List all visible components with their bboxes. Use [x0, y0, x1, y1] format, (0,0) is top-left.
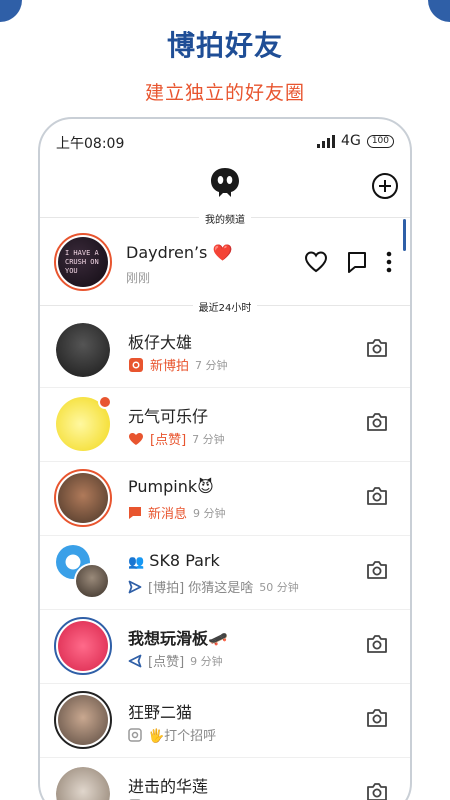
camera-button[interactable] [366, 487, 388, 505]
phone-frame: 上午08:09 4G 100 我的频道 I HAVE A CRUSH ON YO… [38, 117, 412, 800]
unread-dot [98, 395, 112, 409]
app-logo-icon[interactable] [210, 167, 240, 199]
camera-button[interactable] [366, 709, 388, 727]
promo-subtitle: 建立独立的好友圈 [144, 82, 305, 104]
friend-name: 板仔大雄 [128, 333, 193, 352]
my-channel-row[interactable]: I HAVE A CRUSH ON YOU Daydren’s ❤️ 刚刚 [40, 231, 410, 307]
friend-time: 7 分钟 [195, 358, 228, 372]
group-icon: 👥 [128, 555, 145, 570]
friend-row[interactable]: 元气可乐仔 [点赞] 7 分钟 [40, 389, 410, 462]
channel-time: 刚刚 [126, 271, 151, 285]
channel-name: Daydren’s ❤️ [126, 243, 233, 262]
channel-avatar-text: I HAVE A CRUSH ON YOU [65, 248, 99, 275]
heart-icon [129, 432, 143, 445]
friend-row[interactable]: Pumpink😈 新消息 9 分钟 [40, 463, 410, 536]
chat-icon [129, 506, 141, 519]
sent-outline-icon [128, 654, 142, 667]
friend-avatar[interactable] [56, 767, 110, 800]
friend-status: 新博拍 [150, 359, 190, 374]
friend-avatar[interactable] [54, 617, 112, 675]
friend-name: 元气可乐仔 [128, 407, 209, 426]
friend-avatar[interactable] [54, 469, 112, 527]
friend-row[interactable]: 狂野二猫 🖐️打个招呼 [40, 685, 410, 758]
friend-row[interactable]: 进击的华莲 [40, 759, 410, 800]
camera-button[interactable] [366, 635, 388, 653]
friend-name: 我想玩滑板🛹 [128, 629, 228, 648]
channel-avatar[interactable]: I HAVE A CRUSH ON YOU [54, 233, 112, 291]
recent-label: 最近24小时 [40, 299, 410, 314]
signal-icon [317, 134, 336, 148]
friend-status: [点赞] [148, 655, 185, 670]
camera-record-icon [129, 357, 143, 372]
friend-status: 新消息 [148, 507, 188, 522]
friend-name: 狂野二猫 [128, 703, 193, 722]
my-channel-label: 我的频道 [40, 211, 410, 226]
friend-time: 7 分钟 [192, 432, 225, 446]
status-time: 上午08:09 [56, 136, 125, 152]
promo-title: 博拍好友 [166, 29, 283, 62]
friend-avatar[interactable] [56, 323, 110, 377]
friend-status: 🖐️打个招呼 [148, 729, 217, 744]
sent-arrow-icon [128, 580, 142, 593]
battery-icon: 100 [366, 134, 394, 148]
like-button[interactable] [304, 251, 328, 273]
friend-status: [博拍] 你猜这是啥 [148, 581, 254, 596]
friend-avatar[interactable] [54, 691, 112, 749]
friend-row[interactable]: 我想玩滑板🛹 [点赞] 9 分钟 [40, 611, 410, 684]
camera-button[interactable] [366, 783, 388, 800]
more-options-button[interactable] [386, 251, 392, 273]
friend-row[interactable]: 板仔大雄 新博拍 7 分钟 [40, 315, 410, 388]
friend-name: 👥 SK8 Park [128, 551, 220, 570]
network-label: 4G [341, 133, 361, 149]
friend-row[interactable]: 👥 SK8 Park [博拍] 你猜这是啥 50 分钟 [40, 537, 410, 610]
camera-button[interactable] [366, 561, 388, 579]
friend-status: [点赞] [150, 433, 187, 448]
add-friend-button[interactable] [372, 173, 398, 199]
friend-name: Pumpink😈 [128, 477, 214, 496]
friend-name: 进击的华莲 [128, 777, 209, 796]
friend-time: 9 分钟 [190, 654, 223, 668]
camera-button[interactable] [366, 413, 388, 431]
camera-outline-icon [128, 727, 142, 742]
friend-time: 9 分钟 [193, 506, 226, 520]
comment-button[interactable] [346, 251, 368, 273]
camera-button[interactable] [366, 339, 388, 357]
group-avatar[interactable] [56, 545, 110, 599]
status-bar: 上午08:09 4G 100 [56, 133, 394, 153]
friend-avatar[interactable] [56, 395, 112, 451]
friend-time: 50 分钟 [259, 580, 299, 594]
